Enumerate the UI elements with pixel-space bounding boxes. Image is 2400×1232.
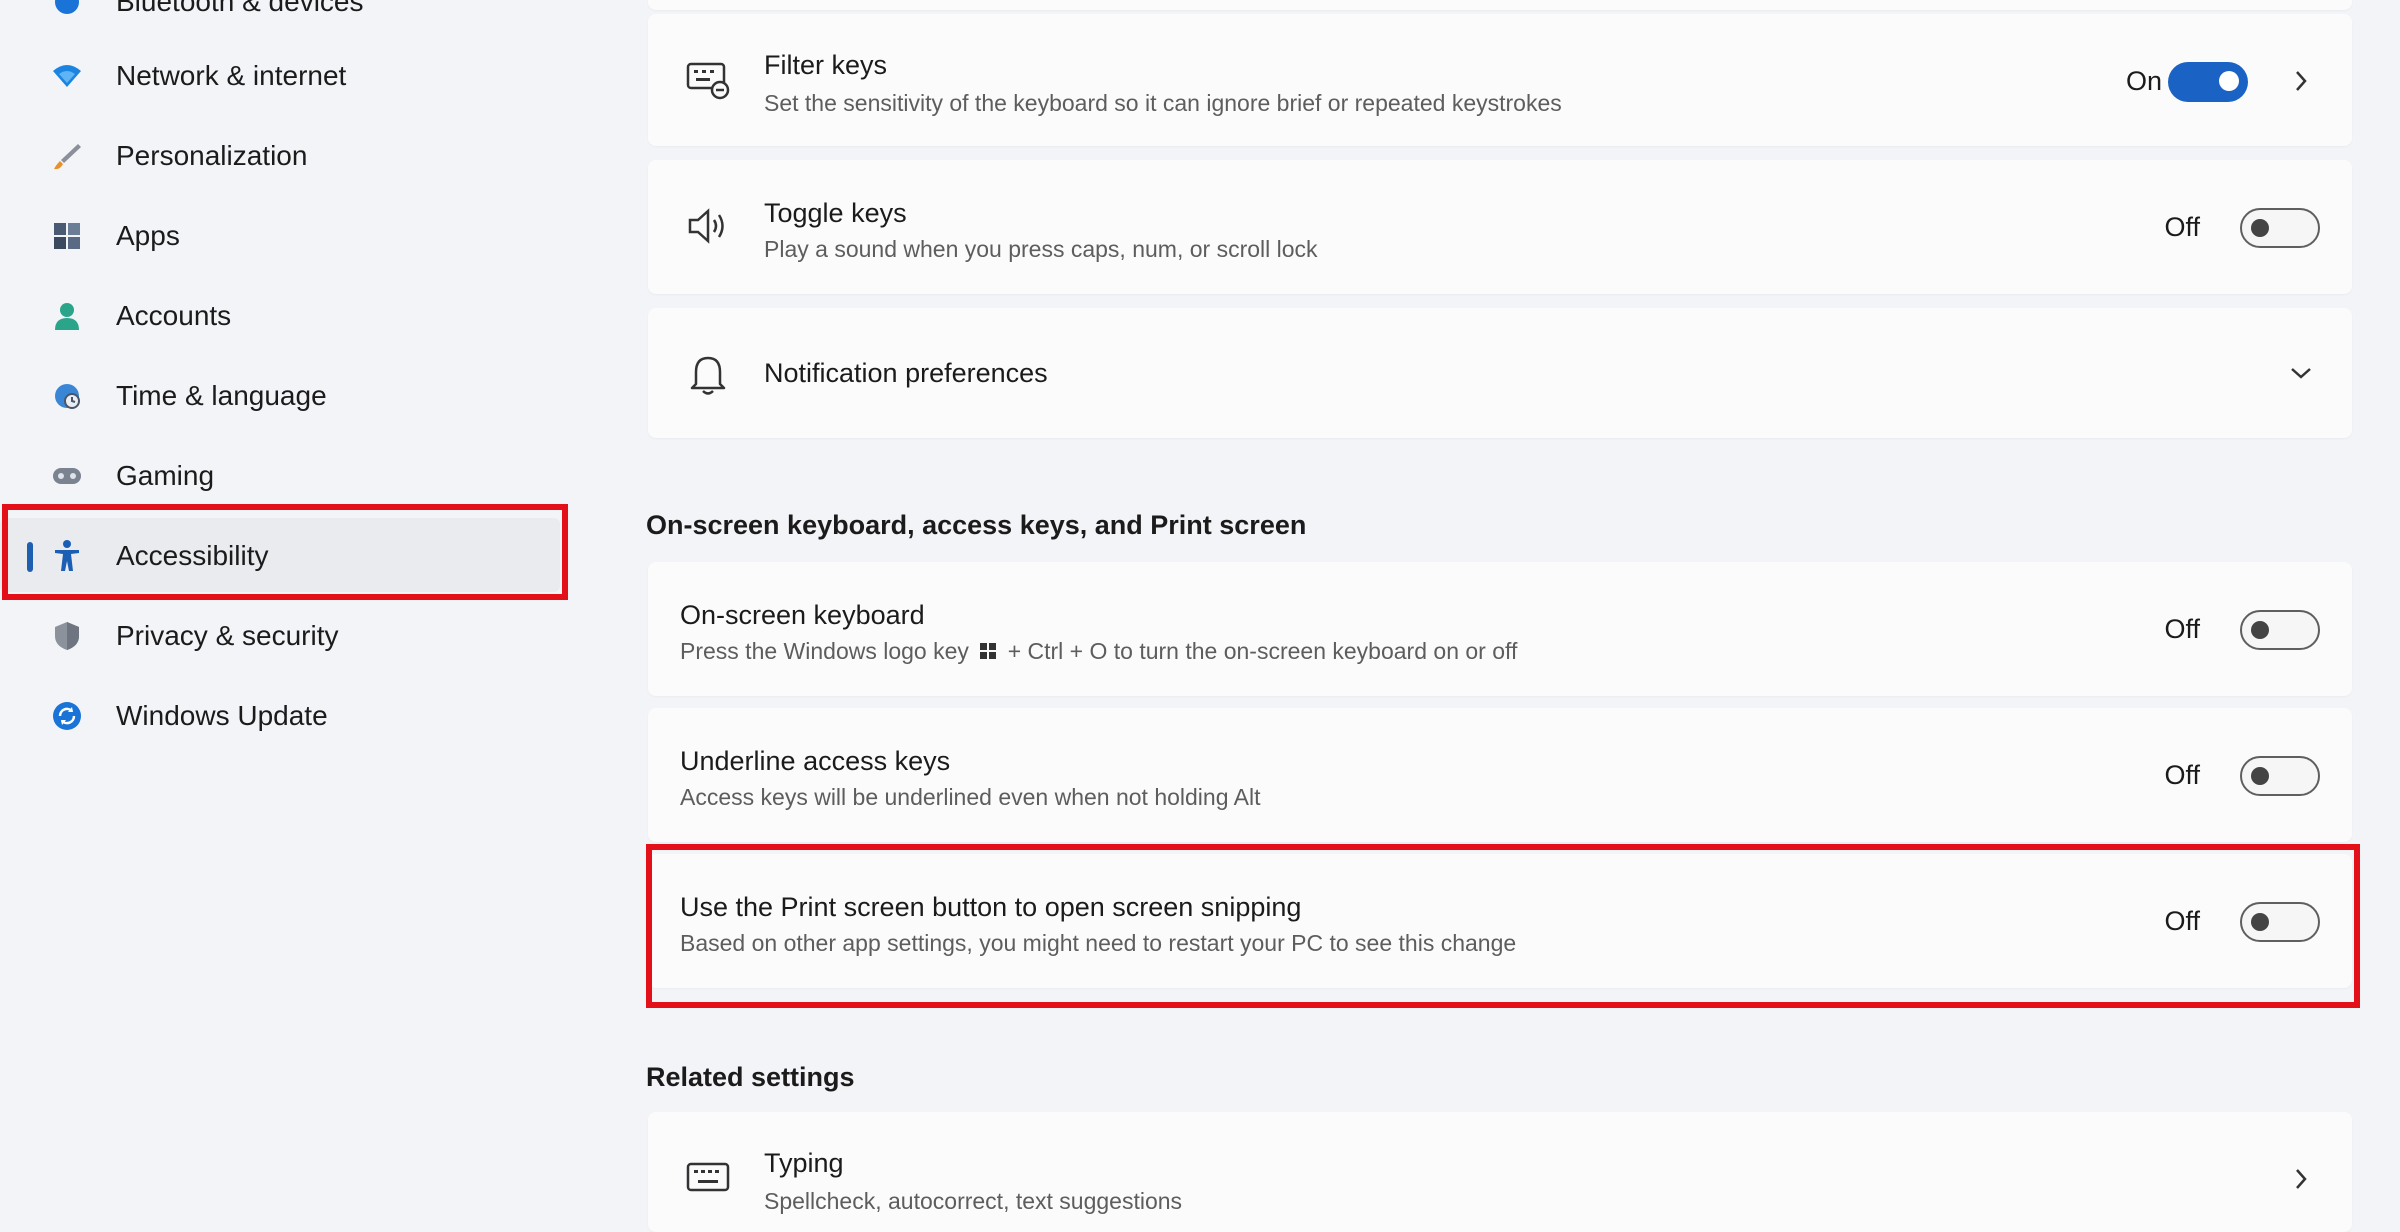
toggle-keys-card[interactable]: Toggle keys Play a sound when you press … bbox=[648, 160, 2352, 294]
filter-keys-icon bbox=[684, 56, 732, 104]
filter-keys-toggle[interactable] bbox=[2168, 62, 2248, 102]
description-part: Press the Windows logo key bbox=[680, 638, 969, 664]
wifi-icon bbox=[50, 59, 84, 93]
apps-icon bbox=[50, 219, 84, 253]
previous-setting-card bbox=[648, 0, 2352, 10]
chevron-right-icon[interactable] bbox=[2286, 1164, 2316, 1194]
toggle-knob bbox=[2219, 71, 2239, 91]
bluetooth-icon bbox=[50, 0, 84, 19]
setting-title: Toggle keys bbox=[764, 198, 907, 228]
highlight-print-screen bbox=[646, 844, 2360, 1008]
setting-description: Spellcheck, autocorrect, text suggestion… bbox=[764, 1188, 1183, 1214]
sidebar-item-label: Privacy & security bbox=[116, 620, 339, 651]
filter-keys-card[interactable]: Filter keys Set the sensitivity of the k… bbox=[648, 14, 2352, 146]
notification-preferences-card[interactable]: Notification preferences bbox=[648, 308, 2352, 438]
person-icon bbox=[50, 299, 84, 333]
sidebar-item-personalization[interactable]: Personalization bbox=[0, 118, 560, 192]
setting-description: Set the sensitivity of the keyboard so i… bbox=[764, 90, 1562, 116]
gamepad-icon bbox=[50, 459, 84, 493]
brush-icon bbox=[50, 139, 84, 173]
toggle-state-label: Off bbox=[2164, 212, 2200, 242]
description-part: + Ctrl + O to turn the on-screen keyboar… bbox=[1007, 638, 1518, 664]
sidebar-item-label: Gaming bbox=[116, 460, 215, 491]
toggle-keys-toggle[interactable] bbox=[2240, 208, 2320, 248]
setting-description: Access keys will be underlined even when… bbox=[680, 784, 1261, 810]
sidebar-item-apps[interactable]: Apps bbox=[0, 198, 560, 272]
underline-access-keys-toggle[interactable] bbox=[2240, 756, 2320, 796]
sidebar-item-windows-update[interactable]: Windows Update bbox=[0, 678, 560, 752]
toggle-knob bbox=[2251, 767, 2269, 785]
underline-access-keys-card[interactable]: Underline access keys Access keys will b… bbox=[648, 708, 2352, 842]
setting-title: Typing bbox=[764, 1148, 844, 1178]
sidebar-item-label: Apps bbox=[116, 220, 180, 251]
on-screen-keyboard-toggle[interactable] bbox=[2240, 610, 2320, 650]
chevron-right-icon[interactable] bbox=[2286, 66, 2316, 96]
setting-description: Press the Windows logo key + Ctrl + O to… bbox=[680, 638, 1517, 666]
sidebar-item-label: Bluetooth & devices bbox=[116, 0, 364, 17]
bell-icon bbox=[684, 350, 732, 398]
setting-title: On-screen keyboard bbox=[680, 600, 925, 630]
setting-title: Underline access keys bbox=[680, 746, 951, 776]
section-heading-osk: On-screen keyboard, access keys, and Pri… bbox=[646, 510, 1307, 540]
setting-description: Play a sound when you press caps, num, o… bbox=[764, 236, 1318, 262]
typing-card[interactable]: Typing Spellcheck, autocorrect, text sug… bbox=[648, 1112, 2352, 1232]
section-heading-related: Related settings bbox=[646, 1062, 855, 1092]
toggle-knob bbox=[2251, 219, 2269, 237]
sidebar-item-label: Time & language bbox=[116, 380, 327, 411]
sidebar-item-privacy-security[interactable]: Privacy & security bbox=[0, 598, 560, 672]
sidebar-item-gaming[interactable]: Gaming bbox=[0, 438, 560, 512]
toggle-state-label: Off bbox=[2164, 760, 2200, 790]
setting-title: Filter keys bbox=[764, 50, 888, 80]
chevron-down-icon[interactable] bbox=[2286, 358, 2316, 388]
sidebar-item-accounts[interactable]: Accounts bbox=[0, 278, 560, 352]
windows-logo-icon bbox=[979, 639, 997, 666]
speaker-icon bbox=[684, 202, 732, 250]
sidebar-item-bluetooth-devices[interactable]: Bluetooth & devices bbox=[0, 0, 560, 38]
sidebar-item-label: Accounts bbox=[116, 300, 232, 331]
toggle-state-label: Off bbox=[2164, 614, 2200, 644]
toggle-knob bbox=[2251, 621, 2269, 639]
keyboard-icon bbox=[684, 1152, 732, 1200]
setting-title: Notification preferences bbox=[764, 358, 1048, 388]
settings-sidebar: Bluetooth & devices Network & internet P… bbox=[0, 0, 600, 1200]
sidebar-item-label: Personalization bbox=[116, 140, 308, 171]
sidebar-item-network-internet[interactable]: Network & internet bbox=[0, 38, 560, 112]
toggle-state-label: On bbox=[2125, 66, 2162, 96]
on-screen-keyboard-card[interactable]: On-screen keyboard Press the Windows log… bbox=[648, 562, 2352, 696]
update-icon bbox=[50, 699, 84, 733]
globe-clock-icon bbox=[50, 379, 84, 413]
shield-icon bbox=[50, 619, 84, 653]
sidebar-item-label: Network & internet bbox=[116, 60, 347, 91]
highlight-accessibility bbox=[2, 504, 568, 600]
sidebar-item-label: Windows Update bbox=[116, 700, 328, 731]
sidebar-item-time-language[interactable]: Time & language bbox=[0, 358, 560, 432]
